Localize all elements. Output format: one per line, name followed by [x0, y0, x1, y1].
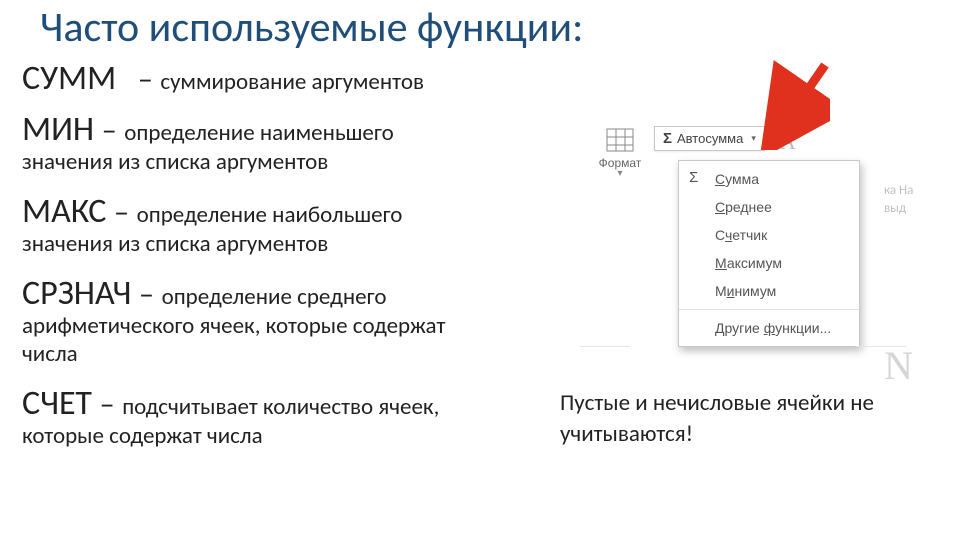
autosum-button[interactable]: Σ Автосумма ▾	[654, 126, 765, 151]
fn-sub: значения из списка аргументов	[22, 230, 502, 259]
fn-name: СЧЕТ	[22, 383, 92, 424]
fn-max: МАКС – определение наибольшего значения …	[22, 191, 502, 259]
menu-item-min[interactable]: Минимум	[679, 277, 859, 305]
fn-name: СРЗНАЧ	[22, 273, 131, 314]
menu-item-avg[interactable]: Среднее	[679, 193, 859, 221]
menu-min-rest: нимум	[735, 283, 777, 299]
font-placeholder: A	[771, 126, 805, 156]
menu-item-sum[interactable]: Σ Сумма	[679, 165, 859, 193]
menu-item-count[interactable]: Счетчик	[679, 221, 859, 249]
menu-more-rest: ункции...	[775, 320, 831, 336]
menu-separator	[679, 309, 859, 310]
fn-sub: арифметического ячеек, которые содержат …	[22, 312, 502, 370]
chevron-down-icon: ▾	[617, 168, 622, 179]
fn-min: МИН – определение наименьшего значения и…	[22, 109, 502, 177]
fn-sub: которые содержат числа	[22, 422, 502, 451]
fn-count: СЧЕТ – подсчитывает количество ячеек, ко…	[22, 383, 502, 451]
fn-sum: СУММ – суммирование аргументов	[22, 58, 502, 99]
dash: –	[114, 194, 129, 231]
menu-item-more[interactable]: Другие функции...	[679, 314, 859, 342]
menu-count-rest: етчик	[732, 227, 767, 243]
menu-avg-rest: реднее	[725, 199, 772, 215]
fn-name: СУММ	[22, 58, 116, 99]
sigma-icon: Σ	[663, 130, 672, 147]
dash: –	[100, 386, 115, 423]
fn-name: МАКС	[22, 191, 106, 232]
dash: –	[138, 61, 153, 98]
dash: –	[139, 276, 154, 313]
autosum-label: Автосумма	[677, 131, 743, 146]
fn-avg: СРЗНАЧ – определение среднего арифметиче…	[22, 273, 502, 370]
dash: –	[102, 112, 117, 149]
format-icon	[603, 126, 637, 154]
menu-max-rest: аксимум	[727, 255, 782, 271]
slide: Часто используемые функции: СУММ – сумми…	[0, 0, 960, 540]
letter-a-icon: A	[771, 126, 805, 156]
fn-desc: суммирование аргументов	[160, 68, 424, 96]
hint-top: ка На	[884, 182, 954, 200]
menu-sum-rest: умма	[725, 171, 759, 187]
autosum-dropdown: Σ Сумма Среднее Счетчик Максимум Минимум…	[678, 160, 860, 347]
worksheet-gridline-hint	[580, 346, 910, 376]
fn-desc: подсчитывает количество ячеек,	[122, 393, 439, 421]
sigma-icon: Σ	[689, 169, 698, 186]
fn-desc: определение среднего	[162, 283, 387, 311]
fn-desc: определение наименьшего	[124, 119, 393, 147]
fn-desc: определение наибольшего	[137, 201, 403, 229]
page-title: Часто используемые функции:	[40, 2, 583, 53]
function-list: СУММ – суммирование аргументов МИН – опр…	[22, 58, 502, 457]
footnote: Пустые и нечисловые ячейки не учитываютс…	[560, 388, 890, 450]
format-button[interactable]: Формат ▾	[592, 126, 648, 179]
menu-item-max[interactable]: Максимум	[679, 249, 859, 277]
fn-name: МИН	[22, 109, 94, 150]
hint-mid: выд	[884, 200, 954, 218]
fn-sub: значения из списка аргументов	[22, 148, 502, 177]
excel-ribbon-mock: Формат ▾ Σ Автосумма ▾ A Σ Сумма Средн	[592, 126, 922, 179]
chevron-down-icon: ▾	[751, 133, 756, 144]
